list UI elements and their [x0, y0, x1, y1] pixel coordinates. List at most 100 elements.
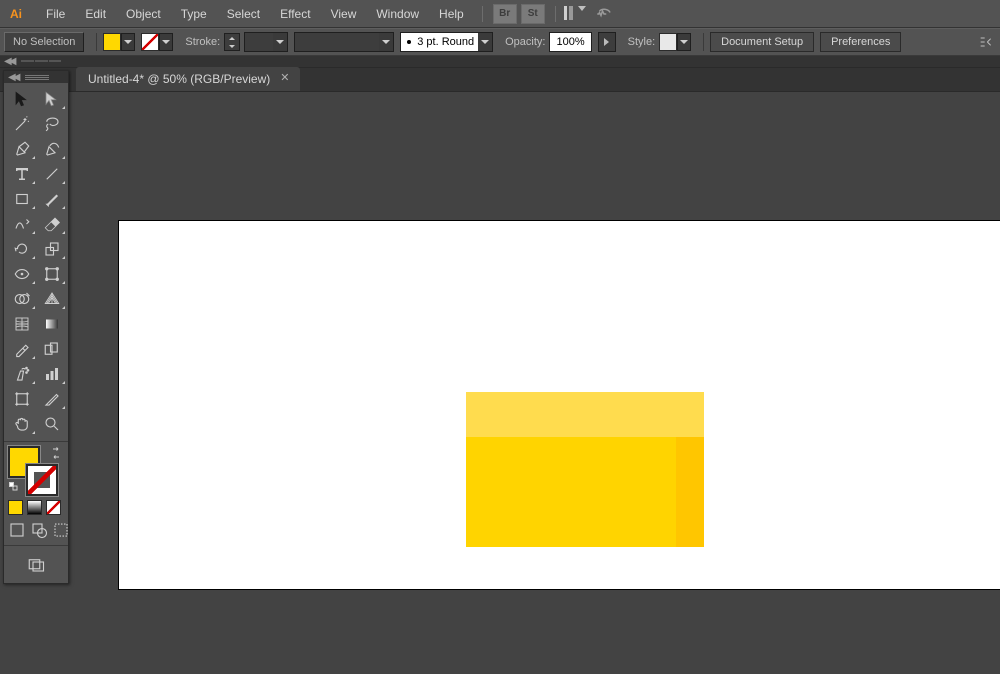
- chevron-down-icon[interactable]: [478, 33, 492, 51]
- hand-tool[interactable]: [7, 411, 37, 436]
- menu-select[interactable]: Select: [217, 0, 270, 28]
- tools-divider: [4, 441, 68, 442]
- direct-selection-tool[interactable]: [37, 86, 67, 111]
- pen-tool[interactable]: [7, 136, 37, 161]
- document-setup-button[interactable]: Document Setup: [710, 32, 814, 52]
- mesh-tool[interactable]: [7, 311, 37, 336]
- stroke-proxy[interactable]: [26, 464, 58, 496]
- opt-separator: [96, 33, 97, 51]
- paintbrush-tool[interactable]: [37, 186, 67, 211]
- color-mode-gradient[interactable]: [27, 500, 42, 515]
- graphic-style[interactable]: [659, 33, 691, 51]
- stroke-weight-stepper[interactable]: [224, 33, 240, 51]
- document-tab-title: Untitled-4* @ 50% (RGB/Preview): [88, 72, 270, 86]
- menu-view[interactable]: View: [321, 0, 367, 28]
- artboard-tool[interactable]: [7, 386, 37, 411]
- bridge-icon[interactable]: Br: [493, 4, 517, 24]
- arrange-documents-icon[interactable]: [564, 6, 586, 22]
- shaper-tool[interactable]: [7, 211, 37, 236]
- eraser-tool[interactable]: [37, 211, 67, 236]
- options-flyout-menu[interactable]: [976, 32, 996, 52]
- artwork-rect-lower[interactable]: [466, 437, 704, 547]
- artwork-rect-shade[interactable]: [676, 437, 704, 547]
- chevron-down-icon[interactable]: [379, 33, 393, 51]
- magic-wand-tool[interactable]: [7, 111, 37, 136]
- document-tabstrip: Untitled-4* @ 50% (RGB/Preview) ✕: [0, 68, 1000, 92]
- blend-tool[interactable]: [37, 336, 67, 361]
- opacity-value[interactable]: 100%: [549, 32, 591, 52]
- stroke-color[interactable]: [141, 33, 173, 51]
- stroke-label: Stroke:: [185, 36, 220, 48]
- eyedropper-tool[interactable]: [7, 336, 37, 361]
- stroke-weight-value[interactable]: [244, 32, 288, 52]
- opacity-text: 100%: [550, 36, 590, 48]
- width-tool[interactable]: [7, 261, 37, 286]
- draw-behind-icon[interactable]: [30, 521, 48, 539]
- document-tab[interactable]: Untitled-4* @ 50% (RGB/Preview) ✕: [76, 67, 300, 91]
- default-fill-stroke-icon[interactable]: [8, 480, 20, 498]
- preferences-button[interactable]: Preferences: [820, 32, 901, 52]
- chevron-down-icon[interactable]: [273, 33, 287, 51]
- brush-tip-icon: [407, 40, 411, 44]
- menu-object[interactable]: Object: [116, 0, 171, 28]
- shape-builder-tool[interactable]: [7, 286, 37, 311]
- opt-separator: [703, 33, 704, 51]
- draw-inside-icon[interactable]: [52, 521, 70, 539]
- draw-normal-icon[interactable]: [8, 521, 26, 539]
- color-mode-row: [4, 500, 68, 519]
- slice-tool[interactable]: [37, 386, 67, 411]
- artwork-rect-upper[interactable]: [466, 392, 704, 437]
- variable-width-profile[interactable]: [294, 32, 394, 52]
- close-icon[interactable]: ✕: [280, 74, 290, 84]
- fill-swatch: [103, 33, 121, 51]
- selection-tool[interactable]: [7, 86, 37, 111]
- menubar-separator: [482, 6, 483, 22]
- zoom-tool[interactable]: [37, 411, 67, 436]
- scale-tool[interactable]: [37, 236, 67, 261]
- stock-icon[interactable]: St: [521, 4, 545, 24]
- menu-help[interactable]: Help: [429, 0, 474, 28]
- brush-definition[interactable]: 3 pt. Round: [400, 32, 493, 52]
- tools-panel-header[interactable]: ◀◀: [4, 71, 68, 83]
- chevron-down-icon[interactable]: [121, 33, 135, 51]
- canvas[interactable]: [76, 92, 1000, 674]
- perspective-grid-tool[interactable]: [37, 286, 67, 311]
- column-graph-tool[interactable]: [37, 361, 67, 386]
- tools-panel: ◀◀: [3, 70, 69, 584]
- style-swatch: [659, 33, 677, 51]
- menu-window[interactable]: Window: [366, 0, 429, 28]
- type-tool[interactable]: [7, 161, 37, 186]
- menubar-separator: [555, 6, 556, 22]
- chevron-down-icon[interactable]: [159, 33, 173, 51]
- fill-stroke-proxy[interactable]: [8, 446, 64, 498]
- free-transform-tool[interactable]: [37, 261, 67, 286]
- stroke-none-swatch: [141, 33, 159, 51]
- opacity-label: Opacity:: [505, 36, 545, 48]
- menubar: Ai File Edit Object Type Select Effect V…: [0, 0, 1000, 28]
- menu-effect[interactable]: Effect: [270, 0, 320, 28]
- symbol-sprayer-tool[interactable]: [7, 361, 37, 386]
- rectangle-tool[interactable]: [7, 186, 37, 211]
- control-bar: No Selection Stroke: 3 pt. Round Opacity…: [0, 28, 1000, 56]
- brush-definition-text: 3 pt. Round: [417, 36, 478, 48]
- gradient-tool[interactable]: [37, 311, 67, 336]
- color-mode-none[interactable]: [46, 500, 61, 515]
- color-mode-solid[interactable]: [8, 500, 23, 515]
- style-label: Style:: [628, 36, 656, 48]
- lasso-tool[interactable]: [37, 111, 67, 136]
- menu-edit[interactable]: Edit: [75, 0, 116, 28]
- curvature-pen-tool[interactable]: [37, 136, 67, 161]
- screen-mode-icon[interactable]: [21, 552, 51, 577]
- menu-file[interactable]: File: [36, 0, 75, 28]
- tools-divider: [4, 545, 68, 546]
- app-logo: Ai: [6, 5, 26, 23]
- sync-settings-icon[interactable]: [594, 4, 614, 24]
- draw-mode-row: [4, 519, 68, 543]
- line-tool[interactable]: [37, 161, 67, 186]
- swap-fill-stroke-icon[interactable]: [50, 446, 62, 464]
- fill-color[interactable]: [103, 33, 135, 51]
- opacity-popup-arrow[interactable]: [598, 32, 616, 52]
- chevron-down-icon[interactable]: [677, 33, 691, 51]
- menu-type[interactable]: Type: [171, 0, 217, 28]
- rotate-tool[interactable]: [7, 236, 37, 261]
